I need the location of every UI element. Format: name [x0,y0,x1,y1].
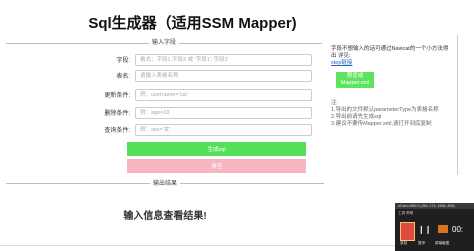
query-condition-label: 查询条件: [104,128,130,134]
query-condition-input[interactable] [135,124,312,136]
note-item: 3.建议不要传Mapper.xml,请打开到底复制 [331,121,432,127]
divider [0,245,397,246]
table-name-label: 表名: [116,74,130,80]
recorder-title-bar[interactable]: oCam v380.0 (364, 174, 1656, 808) [395,203,474,209]
clear-button[interactable]: 清空 [127,159,306,173]
update-condition-input[interactable] [135,89,312,101]
note-heading: 注: [331,100,339,106]
output-legend: 输出结果 [6,178,324,187]
side-intro: 字段不想输入的话可通过Navicat的一个小方法得出 详见: [331,46,449,59]
pause-label: 暂停 [418,241,426,245]
output-fieldset: 输出结果 输入信息查看结果! [6,181,324,222]
screenshot-icon[interactable] [438,225,448,233]
table-name-input[interactable] [135,70,312,82]
screenshot-label: 屏幕截图 [435,241,450,245]
download-mapper-button[interactable]: 预览或Mapper.xml [336,72,374,88]
delete-condition-input[interactable] [135,107,312,119]
note-item: 2.导出前请先生成sql [331,114,382,120]
divider [457,35,458,175]
side-panel: 字段不想输入的话可通过Navicat的一个小方法得出 详见: step链接 预览… [331,46,449,128]
update-condition-label: 更新条件: [104,93,130,99]
fields-input[interactable] [135,54,312,66]
record-stop-icon[interactable] [400,222,415,241]
note-item: 1.导出的文件默认parameterType为表格名称 [331,107,439,113]
output-placeholder: 输入信息查看结果! [123,211,207,222]
fields-label: 字段: [116,58,130,64]
ocam-recorder-window[interactable]: oCam v380.0 (364, 174, 1656, 808) 工具 帮助 … [395,203,474,251]
recording-time: 00: [452,225,464,234]
side-notes: 注: 1.导出的文件默认parameterType为表格名称 2.导出前请先生成… [331,100,449,128]
record-label: 录制 [400,241,408,245]
pause-icon[interactable]: ❙❙ [418,225,431,234]
delete-condition-label: 删除条件: [104,111,130,117]
input-legend: 输入字段 [6,37,322,46]
step-link[interactable]: step链接 [331,60,352,66]
update-condition-row: 更新条件: [12,88,322,104]
delete-condition-row: 删除条件: [12,106,322,122]
table-name-row: 表名: [12,69,322,85]
query-condition-row: 查询条件: [12,123,322,139]
recorder-menu[interactable]: 工具 帮助 [398,211,413,216]
fields-row: 字段: [12,53,322,69]
page-title: Sql生成器（适用SSM Mapper) [88,15,297,32]
generate-sql-button[interactable]: 生成sql [127,142,306,156]
